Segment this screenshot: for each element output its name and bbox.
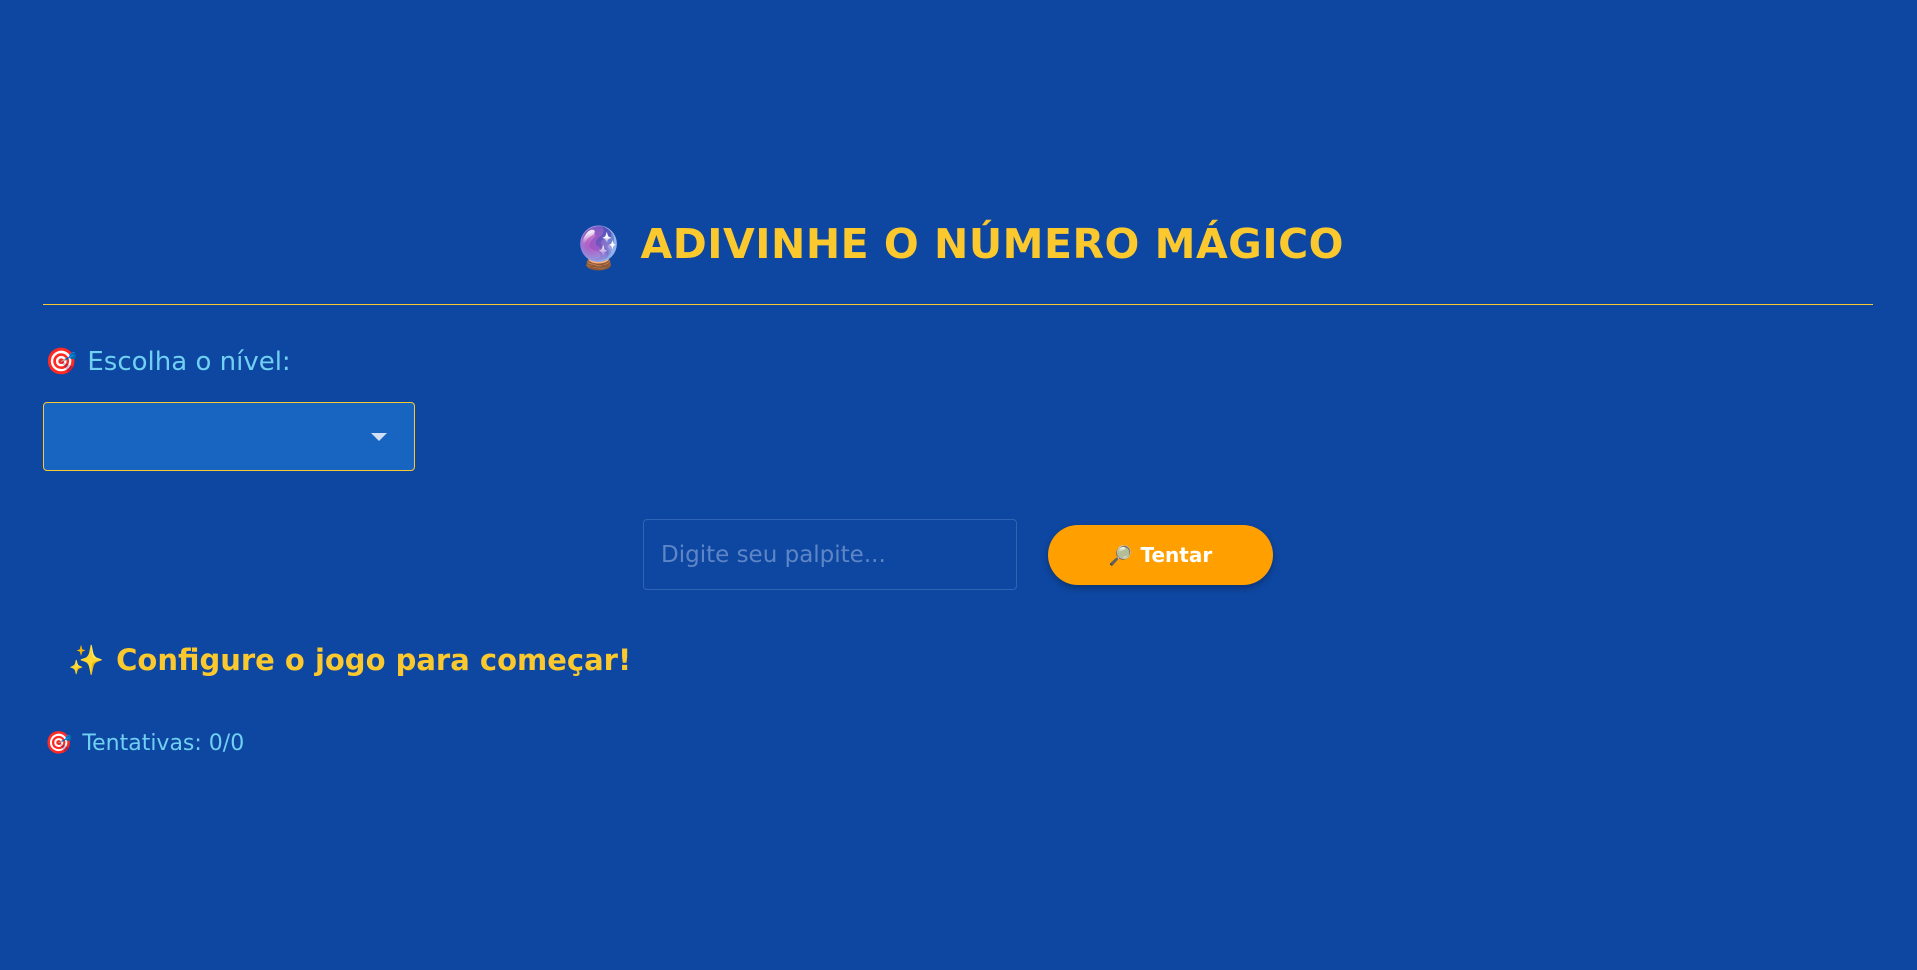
game-page: 🔮 ADIVINHE O NÚMERO MÁGICO 🎯 Escolha o nív… — [0, 0, 1917, 970]
page-title-text: ADIVINHE O NÚMERO MÁGICO — [640, 220, 1345, 268]
attempts-text: Tentativas: 0/0 — [82, 731, 245, 756]
status-message: ✨ Configure o jogo para começar! — [68, 640, 631, 680]
page-title: 🔮 ADIVINHE O NÚMERO MÁGICO — [0, 216, 1917, 276]
chevron-down-icon — [371, 433, 387, 441]
sparkles-icon: ✨ — [68, 643, 105, 677]
level-label-text: Escolha o nível: — [87, 347, 291, 377]
try-button-label: Tentar — [1140, 543, 1213, 567]
try-button[interactable]: 🔎 Tentar — [1048, 525, 1273, 585]
guess-input[interactable] — [643, 519, 1017, 590]
level-select[interactable] — [43, 402, 415, 471]
crystal-ball-icon: 🔮 — [572, 224, 625, 272]
attempts-counter: 🎯 Tentativas: 0/0 — [45, 729, 244, 759]
target-icon: 🎯 — [45, 731, 73, 756]
magnifier-icon: 🔎 — [1108, 544, 1133, 567]
target-icon: 🎯 — [45, 347, 78, 377]
title-divider — [43, 304, 1873, 305]
status-message-text: Configure o jogo para começar! — [116, 643, 632, 677]
level-label: 🎯 Escolha o nível: — [45, 344, 291, 380]
